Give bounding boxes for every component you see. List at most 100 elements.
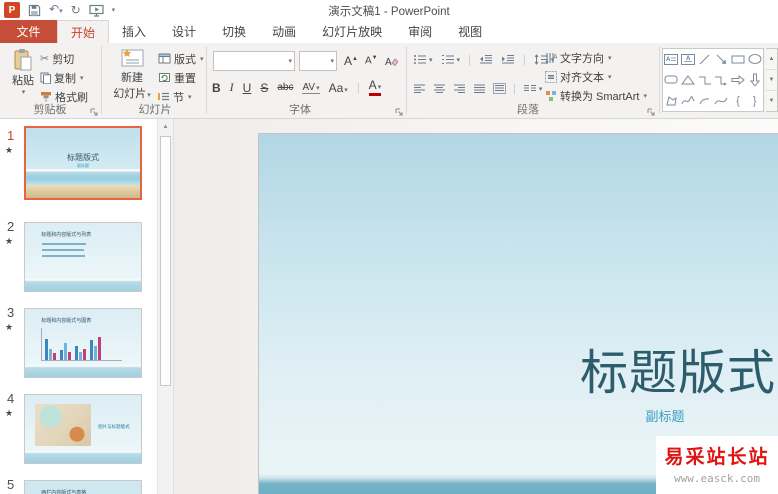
- grow-font-button[interactable]: A▲: [344, 54, 358, 68]
- thumbnail-item-2[interactable]: 2 ★ 标题和内容版式与列表: [0, 219, 157, 299]
- paste-label: 粘贴: [12, 75, 34, 87]
- title-bar: P ↶▾ ↻ ▾ 演示文稿1 - PowerPoint: [0, 0, 778, 20]
- strikethrough-button[interactable]: abc: [277, 82, 293, 93]
- new-slide-button[interactable]: 新建 幻灯片▾: [108, 47, 156, 101]
- slide-4-thumbnail[interactable]: 图片与标题版式: [24, 394, 142, 464]
- justify-button[interactable]: [473, 84, 486, 94]
- clear-formatting-button[interactable]: A: [385, 55, 398, 67]
- shadow-strike-button[interactable]: S: [260, 81, 268, 95]
- slides-group-label: 幻灯片: [138, 104, 172, 116]
- reset-button[interactable]: 重置: [158, 69, 196, 86]
- slide-thumbnail-panel: 1 ★ 标题版式 副标题 2 ★ 标题和内容版式与列表 3 ★ 标题和内容版式与…: [0, 119, 157, 494]
- thumbnail-item-1[interactable]: 1 ★ 标题版式 副标题: [0, 125, 157, 205]
- thumbnail-scrollbar[interactable]: ▲: [157, 119, 174, 494]
- scrollbar-thumb[interactable]: [160, 136, 171, 386]
- shape-down-arrow[interactable]: [746, 70, 763, 91]
- powerpoint-window: P ↶▾ ↻ ▾ 演示文稿1 - PowerPoint 文件 开始 插入 设计 …: [0, 0, 778, 494]
- cut-label: 剪切: [52, 53, 75, 66]
- shrink-font-button[interactable]: A▼: [365, 55, 378, 66]
- clipboard-dialog-launcher-icon[interactable]: [90, 108, 98, 116]
- bold-button[interactable]: B: [212, 81, 221, 95]
- shape-rectangle[interactable]: [730, 49, 747, 70]
- slide-5-thumbnail[interactable]: 两栏内容版式与表格: [24, 480, 142, 494]
- svg-text:A: A: [553, 54, 557, 61]
- change-case-button[interactable]: Aa▾: [329, 81, 348, 95]
- shape-arrow[interactable]: [713, 49, 730, 70]
- shapes-gallery-scroll: ▲ ▼ ▼: [766, 48, 778, 112]
- shape-triangle[interactable]: [680, 70, 697, 91]
- document-title: 演示文稿1 - PowerPoint: [328, 6, 450, 18]
- shape-left-brace[interactable]: {: [730, 90, 747, 111]
- shape-text-box[interactable]: A: [663, 49, 680, 70]
- shapes-scroll-down-icon[interactable]: ▼: [766, 70, 777, 91]
- tab-animations[interactable]: 动画: [259, 20, 309, 43]
- tab-slideshow[interactable]: 幻灯片放映: [309, 20, 395, 43]
- font-name-combobox[interactable]: ▾: [213, 51, 295, 71]
- animation-star-icon: ★: [5, 408, 14, 418]
- slide-number: 1: [7, 128, 15, 143]
- tab-insert[interactable]: 插入: [109, 20, 159, 43]
- slide-3-thumbnail[interactable]: 标题和内容版式与图表: [24, 308, 142, 378]
- layout-caret-icon: ▾: [200, 55, 204, 63]
- italic-button[interactable]: I: [230, 80, 234, 95]
- decrease-indent-button[interactable]: [479, 54, 493, 65]
- align-right-button[interactable]: [453, 84, 466, 94]
- shape-scribble[interactable]: [680, 90, 697, 111]
- columns-button[interactable]: [523, 84, 537, 94]
- numbering-button[interactable]: [441, 54, 455, 65]
- shape-elbow-arrow-connector[interactable]: [713, 70, 730, 91]
- align-center-button[interactable]: [433, 84, 446, 94]
- slide-1-thumbnail[interactable]: 标题版式 副标题: [24, 126, 142, 200]
- shape-vertical-text-box[interactable]: A: [680, 49, 697, 70]
- shapes-scroll-up-icon[interactable]: ▲: [766, 49, 777, 70]
- shape-curve[interactable]: [713, 90, 730, 111]
- increase-indent-button[interactable]: [501, 54, 515, 65]
- decrease-indent-icon: [479, 55, 492, 64]
- shape-right-brace[interactable]: }: [746, 90, 763, 111]
- cut-button[interactable]: ✂ 剪切: [40, 50, 74, 67]
- tab-home[interactable]: 开始: [57, 20, 110, 43]
- copy-button[interactable]: 复制 ▾: [40, 69, 84, 86]
- reset-label: 重置: [174, 72, 196, 85]
- scrollbar-up-icon[interactable]: ▲: [158, 119, 173, 135]
- slide-subtitle-placeholder[interactable]: 副标题: [635, 406, 695, 425]
- underline-button[interactable]: U: [243, 81, 252, 95]
- shape-freeform[interactable]: [663, 90, 680, 111]
- layout-button[interactable]: 版式 ▾: [158, 50, 204, 67]
- text-direction-button[interactable]: A 文字方向 ▾: [545, 49, 612, 66]
- slide-2-thumbnail[interactable]: 标题和内容版式与列表: [24, 222, 142, 292]
- tab-review[interactable]: 审阅: [395, 20, 445, 43]
- tab-transitions[interactable]: 切换: [209, 20, 259, 43]
- shape-oval[interactable]: [746, 49, 763, 70]
- sea-band: [26, 168, 140, 186]
- sand-band: [26, 185, 140, 198]
- font-resize-buttons: A▲ A▼ A: [344, 52, 398, 69]
- shape-elbow-connector[interactable]: [696, 70, 713, 91]
- align-text-icon: [545, 70, 557, 83]
- thumbnail-item-4[interactable]: 4 ★ 图片与标题版式: [0, 391, 157, 471]
- new-slide-label-1: 新建: [121, 72, 143, 84]
- shape-rounded-rectangle[interactable]: [663, 70, 680, 91]
- tab-file[interactable]: 文件: [0, 20, 57, 43]
- align-text-button[interactable]: 对齐文本 ▾: [545, 68, 612, 85]
- thumbnail-item-3[interactable]: 3 ★ 标题和内容版式与图表: [0, 305, 157, 385]
- svg-text:A: A: [666, 57, 671, 63]
- paste-button[interactable]: 粘贴 ▾: [6, 48, 40, 96]
- tab-view[interactable]: 视图: [445, 20, 495, 43]
- font-color-button[interactable]: A▾: [368, 79, 382, 96]
- distributed-button[interactable]: [493, 83, 506, 94]
- tab-design[interactable]: 设计: [159, 20, 209, 43]
- shapes-more-icon[interactable]: ▼: [766, 91, 777, 111]
- slide-title-placeholder[interactable]: 标题版式: [580, 333, 776, 403]
- watermark-name: 易采站长站: [664, 446, 770, 468]
- align-left-button[interactable]: [413, 84, 426, 94]
- shape-arc[interactable]: [696, 90, 713, 111]
- shape-line[interactable]: [696, 49, 713, 70]
- bullets-button[interactable]: [413, 54, 427, 65]
- font-dialog-launcher-icon[interactable]: [395, 108, 403, 116]
- thumbnail-item-5[interactable]: 5 两栏内容版式与表格: [0, 477, 157, 494]
- paragraph-dialog-launcher-icon[interactable]: [647, 108, 655, 116]
- shape-right-arrow[interactable]: [730, 70, 747, 91]
- font-size-combobox[interactable]: ▾: [299, 51, 337, 71]
- character-spacing-button[interactable]: AV▾: [302, 82, 320, 94]
